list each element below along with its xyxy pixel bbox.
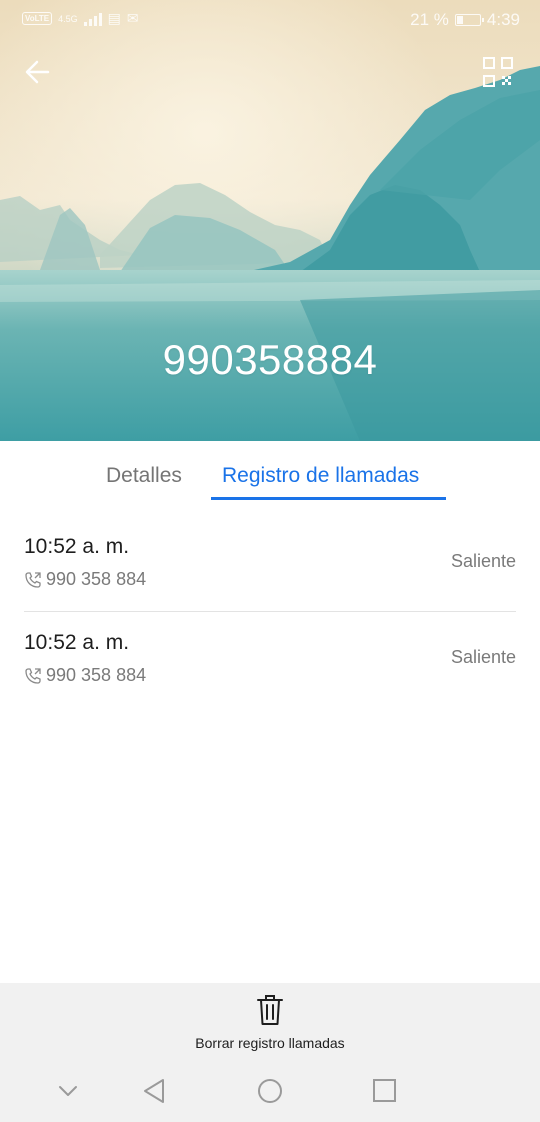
nav-hide-button[interactable] bbox=[53, 1076, 83, 1106]
nav-back-button[interactable] bbox=[139, 1076, 169, 1106]
network-type: 4.5G bbox=[58, 13, 78, 24]
trash-icon bbox=[257, 995, 283, 1025]
call-log-list: 10:52 a. m. 990 358 884 Saliente 10:52 a… bbox=[0, 516, 540, 708]
active-tab-indicator bbox=[211, 497, 446, 500]
status-bar: VoLTE 4.5G ▤ ✉ 21 % 4:39 bbox=[0, 0, 540, 42]
qr-code-icon bbox=[483, 57, 513, 87]
outgoing-call-icon bbox=[25, 571, 41, 588]
call-time: 10:52 a. m. bbox=[24, 631, 130, 654]
chevron-down-icon bbox=[59, 1086, 77, 1096]
arrow-left-icon bbox=[25, 60, 50, 84]
delete-call-log-label: Borrar registro llamadas bbox=[195, 1035, 345, 1051]
contact-header: VoLTE 4.5G ▤ ✉ 21 % 4:39 990358884 bbox=[0, 0, 540, 441]
call-log-row[interactable]: 10:52 a. m. 990 358 884 Saliente bbox=[0, 516, 540, 612]
battery-icon bbox=[454, 14, 484, 26]
signal-icon bbox=[83, 12, 102, 26]
outgoing-call-icon bbox=[25, 667, 41, 684]
qr-code-button[interactable] bbox=[480, 54, 516, 90]
call-number-text: 990 358 884 bbox=[46, 569, 147, 589]
delete-call-log-button[interactable]: Borrar registro llamadas bbox=[170, 983, 370, 1058]
call-type: Saliente bbox=[450, 551, 516, 571]
nav-home-button[interactable] bbox=[255, 1076, 285, 1106]
battery-percent: 21 % bbox=[410, 10, 449, 29]
circle-home-icon bbox=[258, 1079, 282, 1103]
call-time: 10:52 a. m. bbox=[24, 535, 130, 558]
bottom-action-bar: Borrar registro llamadas bbox=[0, 983, 540, 1122]
back-button[interactable] bbox=[18, 52, 62, 92]
call-type: Saliente bbox=[450, 647, 516, 667]
message-icon: ▤ bbox=[107, 10, 121, 26]
contact-phone-number: 990358884 bbox=[162, 336, 378, 383]
square-recents-icon bbox=[373, 1079, 396, 1102]
call-number: 990 358 884 bbox=[24, 569, 146, 590]
system-nav-bar bbox=[0, 1068, 540, 1112]
tab-detalles[interactable]: Detalles bbox=[106, 464, 182, 488]
tab-registro-llamadas[interactable]: Registro de llamadas bbox=[222, 464, 419, 488]
gmail-icon: ✉ bbox=[126, 10, 139, 26]
call-number: 990 358 884 bbox=[24, 665, 146, 686]
nav-recents-button[interactable] bbox=[370, 1076, 400, 1106]
clock: 4:39 bbox=[486, 10, 520, 29]
call-log-row[interactable]: 10:52 a. m. 990 358 884 Saliente bbox=[0, 612, 540, 708]
triangle-back-icon bbox=[144, 1079, 164, 1103]
volte-badge: VoLTE bbox=[22, 12, 53, 25]
call-number-text: 990 358 884 bbox=[46, 665, 147, 685]
tab-bar: Detalles Registro de llamadas bbox=[0, 441, 540, 503]
